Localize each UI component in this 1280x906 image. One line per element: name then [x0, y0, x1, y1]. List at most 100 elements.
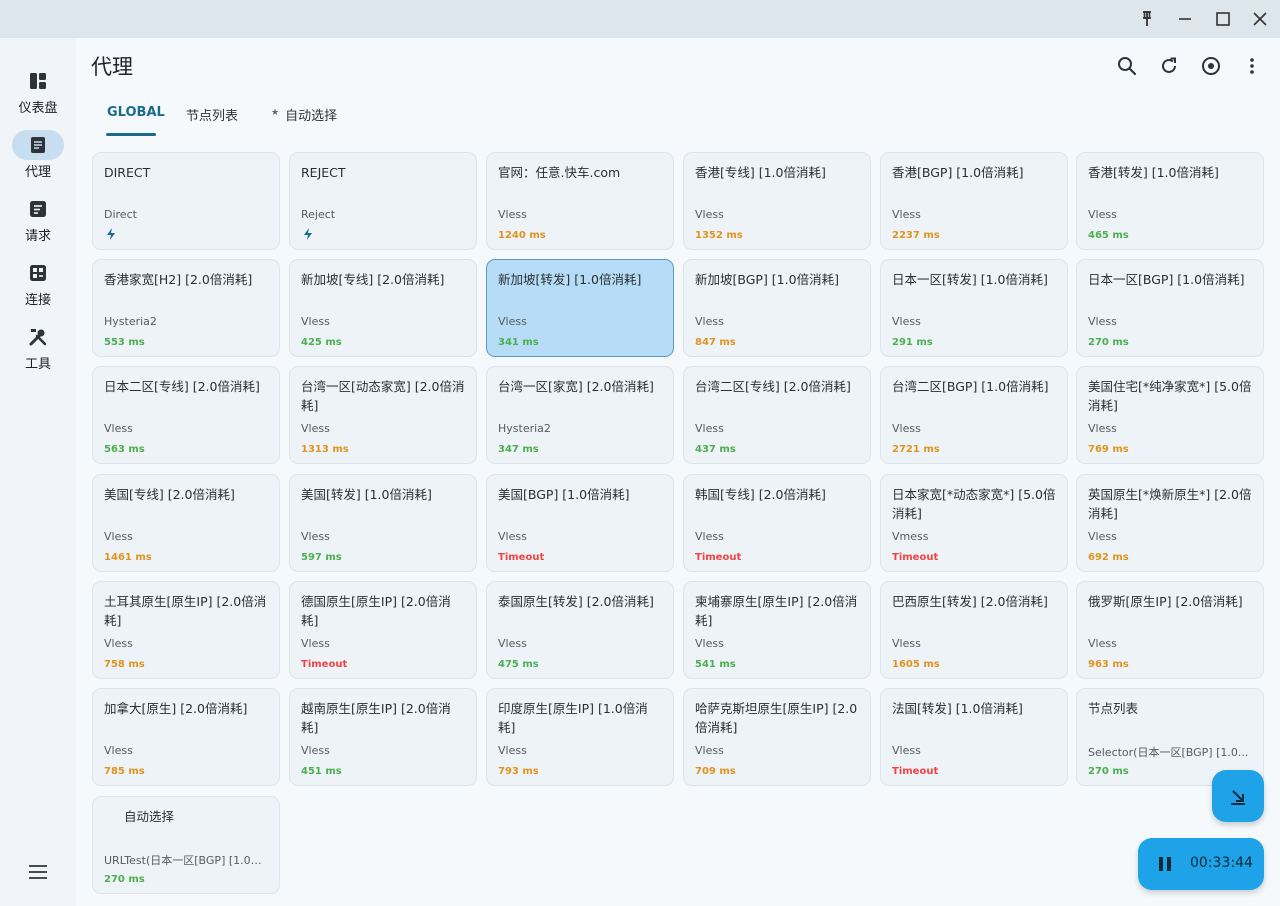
proxy-card[interactable]: 土耳其原生[原生IP] [2.0倍消耗] Vless 758 ms [92, 581, 280, 679]
proxy-card[interactable]: 巴西原生[转发] [2.0倍消耗] Vless 1605 ms [880, 581, 1068, 679]
sidebar-item-label: 代理 [24, 165, 51, 180]
proxy-card[interactable]: 新加坡[BGP] [1.0倍消耗] Vless 847 ms [683, 259, 871, 357]
proxy-type: Vless [695, 208, 724, 221]
proxy-card[interactable]: 英国原生[*焕新原生*] [2.0倍消耗] Vless 692 ms [1076, 474, 1264, 572]
proxy-card[interactable]: 泰国原生[转发] [2.0倍消耗] Vless 475 ms [486, 581, 674, 679]
proxy-delay: 541 ms [695, 659, 736, 670]
proxy-name: 新加坡[专线] [2.0倍消耗] [301, 272, 445, 287]
tab-global[interactable]: GLOBAL [107, 100, 165, 136]
proxy-type: Vless [498, 530, 527, 543]
proxy-name: 美国[专线] [2.0倍消耗] [104, 487, 235, 502]
sidebar-item-tools[interactable]: 工具 [0, 322, 76, 380]
dashboard-icon [12, 66, 64, 96]
proxy-name: 节点列表 [1088, 701, 1139, 716]
sidebar: 仪表盘 代理 请求 连接 工具 [0, 38, 76, 906]
proxy-icon [12, 130, 64, 160]
proxy-name: 台湾二区[专线] [2.0倍消耗] [695, 379, 851, 394]
menu-icon[interactable] [18, 860, 58, 884]
proxy-delay: 1240 ms [498, 230, 546, 241]
proxy-card[interactable]: 柬埔寨原生[原生IP] [2.0倍消耗] Vless 541 ms [683, 581, 871, 679]
proxy-type: Vless [695, 422, 724, 435]
timer-text: 00:33:44 [1190, 855, 1253, 871]
proxy-type: Vless [1088, 637, 1117, 650]
proxy-type: Vless [104, 422, 133, 435]
scroll-down-icon [1231, 790, 1245, 805]
proxy-card[interactable]: 自动选择 URLTest(日本一区[BGP] [1.0倍... 270 ms [92, 796, 280, 894]
proxy-delay: 963 ms [1088, 659, 1129, 670]
proxy-delay: 709 ms [695, 766, 736, 777]
proxy-card[interactable]: 新加坡[转发] [1.0倍消耗] Vless 341 ms [486, 259, 674, 357]
proxy-delay: 270 ms [104, 874, 145, 885]
proxy-name: 日本家宽[*动态家宽*] [5.0倍消耗] [892, 487, 1056, 521]
proxy-name: 美国[BGP] [1.0倍消耗] [498, 487, 630, 502]
proxy-name: 巴西原生[转发] [2.0倍消耗] [892, 594, 1048, 609]
proxy-card[interactable]: 官网：任意.快车.com Vless 1240 ms [486, 152, 674, 250]
tab-node-list[interactable]: 节点列表 [186, 100, 238, 136]
connections-icon [12, 258, 64, 288]
proxy-delay: 769 ms [1088, 444, 1129, 455]
proxy-delay: 597 ms [301, 552, 342, 563]
close-icon[interactable] [1241, 0, 1279, 38]
proxy-name: 日本二区[专线] [2.0倍消耗] [104, 379, 260, 394]
sidebar-item-label: 连接 [24, 293, 51, 308]
proxy-delay: 270 ms [1088, 337, 1129, 348]
sidebar-item-connections[interactable]: 连接 [0, 258, 76, 316]
proxy-type: Vless [104, 637, 133, 650]
proxy-card[interactable]: 香港[专线] [1.0倍消耗] Vless 1352 ms [683, 152, 871, 250]
proxy-delay: 291 ms [892, 337, 933, 348]
proxy-delay: Timeout [498, 552, 545, 563]
proxy-card[interactable]: 日本二区[专线] [2.0倍消耗] Vless 563 ms [92, 366, 280, 464]
proxy-type: Direct [104, 208, 137, 221]
proxy-type: Vless [1088, 315, 1117, 328]
proxy-card[interactable]: 台湾一区[家宽] [2.0倍消耗] Hysteria2 347 ms [486, 366, 674, 464]
proxy-delay: 785 ms [104, 766, 145, 777]
proxy-type: Vless [695, 744, 724, 757]
proxy-card[interactable]: REJECT Reject [289, 152, 477, 250]
proxy-card[interactable]: 美国[BGP] [1.0倍消耗] Vless Timeout [486, 474, 674, 572]
maximize-icon[interactable] [1204, 0, 1242, 38]
more-vert-icon[interactable] [1236, 50, 1268, 82]
scroll-down-button[interactable] [1212, 770, 1264, 822]
proxy-delay: 692 ms [1088, 552, 1129, 563]
proxy-card[interactable]: 日本家宽[*动态家宽*] [5.0倍消耗] Vmess Timeout [880, 474, 1068, 572]
proxy-card[interactable]: 俄罗斯[原生IP] [2.0倍消耗] Vless 963 ms [1076, 581, 1264, 679]
proxy-card[interactable]: 韩国[专线] [2.0倍消耗] Vless Timeout [683, 474, 871, 572]
proxy-card[interactable]: 美国[转发] [1.0倍消耗] Vless 597 ms [289, 474, 477, 572]
bolt-icon [304, 228, 312, 240]
proxy-card[interactable]: 印度原生[原生IP] [1.0倍消耗] Vless 793 ms [486, 688, 674, 786]
proxy-name: 日本一区[转发] [1.0倍消耗] [892, 272, 1048, 287]
proxy-card[interactable]: 新加坡[专线] [2.0倍消耗] Vless 425 ms [289, 259, 477, 357]
proxy-card[interactable]: 台湾二区[专线] [2.0倍消耗] Vless 437 ms [683, 366, 871, 464]
proxy-card[interactable]: 台湾一区[动态家宽] [2.0倍消耗] Vless 1313 ms [289, 366, 477, 464]
tab-auto-select[interactable]: ★ 自动选择 [271, 100, 337, 136]
proxy-card[interactable]: 美国[专线] [2.0倍消耗] Vless 1461 ms [92, 474, 280, 572]
proxy-card[interactable]: 加拿大[原生] [2.0倍消耗] Vless 785 ms [92, 688, 280, 786]
proxy-card[interactable]: DIRECT Direct [92, 152, 280, 250]
proxy-card[interactable]: 香港[BGP] [1.0倍消耗] Vless 2237 ms [880, 152, 1068, 250]
proxy-card[interactable]: 台湾二区[BGP] [1.0倍消耗] Vless 2721 ms [880, 366, 1068, 464]
proxy-type: Hysteria2 [104, 315, 157, 328]
proxy-type: Vless [892, 208, 921, 221]
refresh-icon[interactable] [1153, 50, 1185, 82]
proxy-card[interactable]: 日本一区[转发] [1.0倍消耗] Vless 291 ms [880, 259, 1068, 357]
proxy-card[interactable]: 香港[转发] [1.0倍消耗] Vless 465 ms [1076, 152, 1264, 250]
proxy-name: 法国[转发] [1.0倍消耗] [892, 701, 1023, 716]
proxy-card[interactable]: 越南原生[原生IP] [2.0倍消耗] Vless 451 ms [289, 688, 477, 786]
proxy-card[interactable]: 香港家宽[H2] [2.0倍消耗] Hysteria2 553 ms [92, 259, 280, 357]
sidebar-item-proxy[interactable]: 代理 [0, 130, 76, 188]
target-icon[interactable] [1195, 50, 1227, 82]
proxy-name: 柬埔寨原生[原生IP] [2.0倍消耗] [695, 594, 858, 628]
proxy-type: Vless [1088, 530, 1117, 543]
proxy-card[interactable]: 德国原生[原生IP] [2.0倍消耗] Vless Timeout [289, 581, 477, 679]
proxy-card[interactable]: 日本一区[BGP] [1.0倍消耗] Vless 270 ms [1076, 259, 1264, 357]
proxy-card[interactable]: 哈萨克斯坦原生[原生IP] [2.0倍消耗] Vless 709 ms [683, 688, 871, 786]
proxy-name: 加拿大[原生] [2.0倍消耗] [104, 701, 248, 716]
pin-icon[interactable] [1128, 0, 1166, 38]
connection-timer-button[interactable]: 00:33:44 [1138, 838, 1264, 890]
proxy-card[interactable]: 美国住宅[*纯净家宽*] [5.0倍消耗] Vless 769 ms [1076, 366, 1264, 464]
search-icon[interactable] [1111, 50, 1143, 82]
proxy-card[interactable]: 法国[转发] [1.0倍消耗] Vless Timeout [880, 688, 1068, 786]
minimize-icon[interactable] [1166, 0, 1204, 38]
sidebar-item-dashboard[interactable]: 仪表盘 [0, 66, 76, 124]
sidebar-item-requests[interactable]: 请求 [0, 194, 76, 252]
